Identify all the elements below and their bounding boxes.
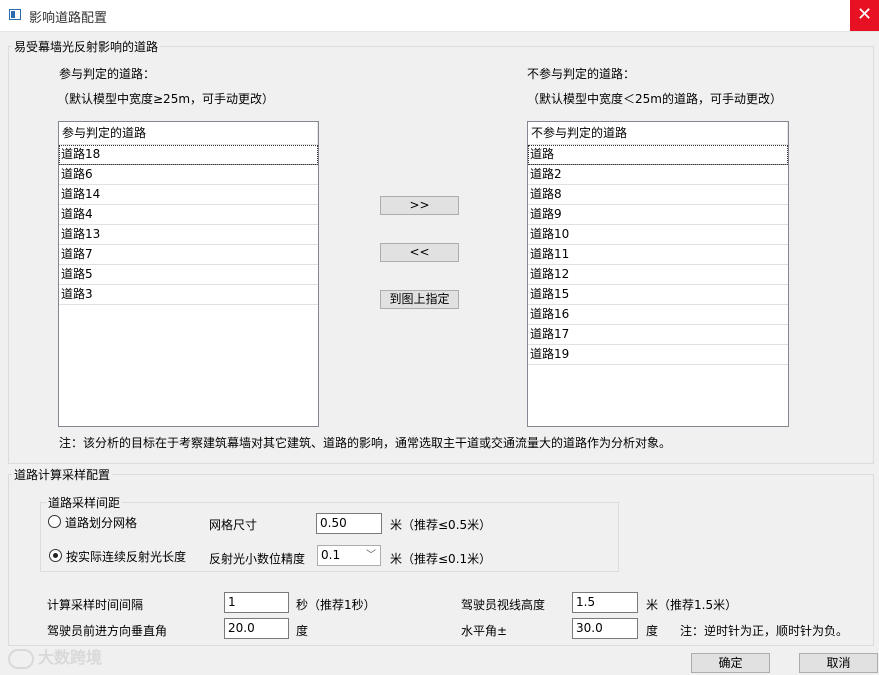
grid-size-label: 网格尺寸 xyxy=(209,518,258,532)
cancel-button[interactable]: 取消 xyxy=(799,653,878,673)
included-roads-list-header[interactable]: 参与判定的道路 xyxy=(59,122,318,145)
eye-height-hint: 米（推荐1.5米） xyxy=(646,598,738,612)
list-item[interactable]: 道路12 xyxy=(528,265,788,285)
grid-option-radio[interactable] xyxy=(48,515,61,528)
vertical-angle-label: 驾驶员前进方向垂直角 xyxy=(47,624,168,638)
list-item[interactable]: 道路 xyxy=(528,145,788,165)
app-icon xyxy=(9,9,21,20)
watermark: 大数跨境 xyxy=(8,644,102,669)
grid-size-hint: 米（推荐≤0.5米） xyxy=(390,518,492,532)
grid-option-label[interactable]: 道路划分网格 xyxy=(65,514,137,531)
excluded-roads-label: 不参与判定的道路： xyxy=(527,67,636,81)
included-roads-hint: （默认模型中宽度≥25m，可手动更改） xyxy=(57,92,275,106)
precision-label: 反射光小数位精度 xyxy=(209,552,306,566)
list-item[interactable]: 道路5 xyxy=(59,265,318,285)
sampling-config-legend: 道路计算采样配置 xyxy=(12,466,113,483)
list-item[interactable]: 道路4 xyxy=(59,205,318,225)
interval-hint: 秒（推荐1秒） xyxy=(296,598,376,612)
list-item[interactable]: 道路7 xyxy=(59,245,318,265)
list-item[interactable]: 道路16 xyxy=(528,305,788,325)
precision-select[interactable]: 0.1 ﹀ xyxy=(317,545,381,566)
list-item[interactable]: 道路19 xyxy=(528,345,788,365)
horizontal-angle-input[interactable]: 30.0 xyxy=(572,618,638,639)
title-bar: 影响道路配置 ✕ xyxy=(0,0,879,32)
precision-select-value: 0.1 xyxy=(321,548,341,562)
ok-button[interactable]: 确定 xyxy=(691,653,770,673)
precision-hint: 米（推荐≤0.1米） xyxy=(390,552,492,566)
list-item[interactable]: 道路11 xyxy=(528,245,788,265)
horizontal-angle-label: 水平角± xyxy=(461,624,508,638)
pick-on-map-button[interactable]: 到图上指定 xyxy=(380,290,459,309)
horizontal-angle-unit: 度 xyxy=(646,624,659,638)
continuous-option-label[interactable]: 按实际连续反射光长度 xyxy=(66,548,186,565)
grid-size-input[interactable]: 0.50 xyxy=(316,513,382,534)
list-item[interactable]: 道路10 xyxy=(528,225,788,245)
included-roads-list[interactable]: 参与判定的道路 道路18 道路6 道路14 道路4 道路13 道路7 道路5 道路3 xyxy=(58,121,319,427)
list-item[interactable]: 道路18 xyxy=(59,145,318,165)
watermark-logo-icon xyxy=(8,648,34,669)
vertical-angle-input[interactable]: 20.0 xyxy=(224,618,289,639)
list-item[interactable]: 道路15 xyxy=(528,285,788,305)
eye-height-label: 驾驶员视线高度 xyxy=(461,598,546,612)
angle-note: 注：逆时针为正，顺时针为负。 xyxy=(680,624,849,638)
list-item[interactable]: 道路9 xyxy=(528,205,788,225)
window-title: 影响道路配置 xyxy=(29,11,108,26)
list-item[interactable]: 道路17 xyxy=(528,325,788,345)
close-button[interactable]: ✕ xyxy=(850,0,879,31)
list-item[interactable]: 道路14 xyxy=(59,185,318,205)
included-roads-label: 参与判定的道路： xyxy=(59,67,156,81)
chevron-down-icon[interactable]: ﹀ xyxy=(366,546,376,565)
sampling-interval-legend: 道路采样间距 xyxy=(46,494,123,511)
watermark-text: 大数跨境 xyxy=(38,648,103,667)
move-right-button[interactable]: >> xyxy=(380,196,459,215)
excluded-roads-list[interactable]: 不参与判定的道路 道路 道路2 道路8 道路9 道路10 道路11 道路12 道路15 道路16… xyxy=(527,121,789,427)
interval-input[interactable]: 1 xyxy=(224,592,289,613)
list-item[interactable]: 道路13 xyxy=(59,225,318,245)
vertical-angle-unit: 度 xyxy=(296,624,309,638)
list-item[interactable]: 道路8 xyxy=(528,185,788,205)
list-item[interactable]: 道路6 xyxy=(59,165,318,185)
roads-group-legend: 易受幕墙光反射影响的道路 xyxy=(12,38,161,55)
list-item[interactable]: 道路3 xyxy=(59,285,318,305)
list-item[interactable]: 道路2 xyxy=(528,165,788,185)
interval-label: 计算采样时间间隔 xyxy=(47,598,144,612)
excluded-roads-list-header[interactable]: 不参与判定的道路 xyxy=(528,122,788,145)
eye-height-input[interactable]: 1.5 xyxy=(572,592,638,613)
excluded-roads-hint: （默认模型中宽度＜25m的道路，可手动更改） xyxy=(527,92,782,106)
move-left-button[interactable]: << xyxy=(380,243,459,262)
roads-note: 注：该分析的目标在于考察建筑幕墙对其它建筑、道路的影响，通常选取主干道或交通流量… xyxy=(59,436,672,450)
continuous-option-radio[interactable] xyxy=(49,549,62,562)
